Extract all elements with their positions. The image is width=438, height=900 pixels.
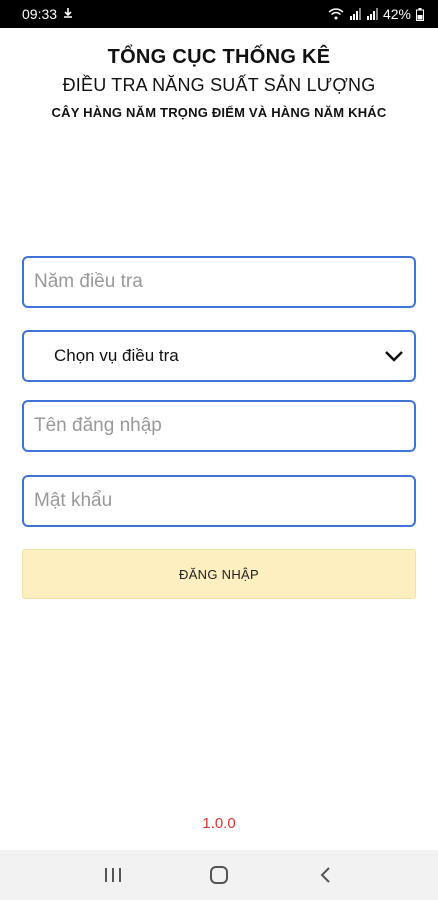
page-subtitle: ĐIỀU TRA NĂNG SUẤT SẢN LƯỢNG (62, 75, 376, 95)
battery-level: 42% (382, 6, 411, 22)
wifi-icon (328, 8, 344, 20)
signal-icon (366, 8, 378, 20)
signal-icon (349, 8, 361, 20)
status-left: 09:33 (22, 6, 74, 22)
download-icon (62, 6, 74, 22)
app-version: 1.0.0 (202, 815, 236, 832)
header: TỔNG CỤC THỐNG KÊ ĐIỀU TRA NĂNG SUẤT SẢN… (0, 46, 438, 120)
status-right: 42% (328, 6, 424, 22)
season-select-value: Chọn vụ điều tra (54, 346, 179, 365)
password-field[interactable] (22, 475, 416, 527)
home-icon[interactable] (199, 855, 239, 895)
page-title: TỔNG CỤC THỐNG KÊ (107, 46, 331, 68)
page-subtitle-secondary: CÂY HÀNG NĂM TRỌNG ĐIỂM VÀ HÀNG NĂM KHÁC (51, 105, 387, 120)
status-time: 09:33 (22, 6, 58, 22)
year-field[interactable] (22, 256, 416, 308)
login-button[interactable]: ĐĂNG NHẬP (22, 549, 416, 599)
season-select[interactable]: Chọn vụ điều tra (22, 330, 416, 382)
navigation-bar (0, 850, 438, 900)
status-bar: 09:33 42% (0, 0, 438, 28)
recent-apps-icon[interactable] (93, 855, 133, 895)
username-input[interactable] (34, 415, 404, 437)
password-input[interactable] (34, 490, 404, 512)
year-input[interactable] (34, 271, 404, 293)
username-field[interactable] (22, 400, 416, 452)
chevron-down-icon (384, 350, 404, 362)
battery-icon (416, 7, 424, 21)
back-icon[interactable] (305, 855, 345, 895)
